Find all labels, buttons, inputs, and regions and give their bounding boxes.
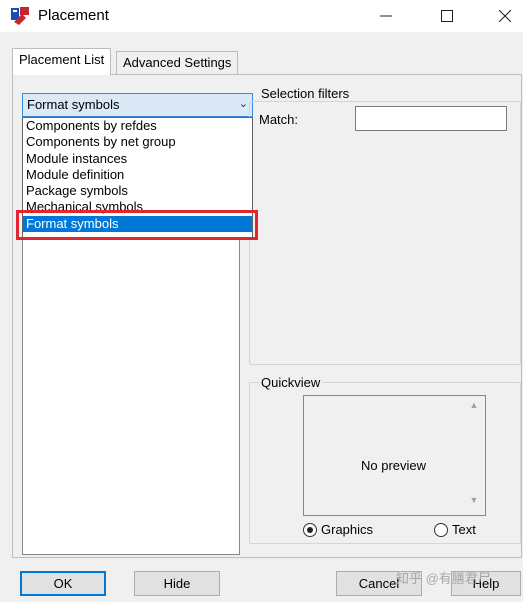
quickview-preview-area bbox=[303, 395, 486, 516]
match-input[interactable] bbox=[355, 106, 507, 131]
preview-scrollbar[interactable]: ▲ ▼ bbox=[465, 398, 483, 513]
radio-text-label: Text bbox=[452, 522, 476, 537]
preview-status-text: No preview bbox=[361, 458, 427, 473]
radio-graphics-circle[interactable] bbox=[303, 522, 317, 537]
minimize-button[interactable] bbox=[363, 0, 409, 32]
annotation-highlight-box bbox=[16, 210, 258, 240]
dropdown-item-components-by-refdes[interactable]: Components by refdes bbox=[23, 118, 252, 134]
selection-filters-label: Selection filters bbox=[259, 86, 352, 101]
tab-placement-list[interactable]: Placement List bbox=[12, 48, 112, 75]
maximize-icon bbox=[441, 10, 453, 22]
combo-selected-value: Format symbols bbox=[27, 97, 120, 112]
minimize-icon bbox=[380, 15, 392, 17]
placement-app-icon bbox=[11, 7, 29, 25]
hide-button[interactable]: Hide bbox=[134, 571, 220, 596]
selection-filters-group bbox=[249, 101, 521, 365]
radio-selected-dot bbox=[307, 526, 313, 533]
dropdown-item-module-definition[interactable]: Module definition bbox=[23, 167, 252, 183]
radio-text[interactable]: Text bbox=[434, 522, 476, 537]
title-bar: Placement bbox=[0, 0, 523, 32]
close-icon bbox=[499, 10, 511, 22]
match-label: Match: bbox=[259, 112, 299, 127]
scroll-up-icon[interactable]: ▲ bbox=[465, 400, 483, 416]
radio-graphics[interactable]: Graphics bbox=[303, 522, 373, 537]
dropdown-item-module-instances[interactable]: Module instances bbox=[23, 151, 252, 167]
chevron-down-icon[interactable]: ⌄ bbox=[239, 97, 248, 110]
tab-advanced-settings[interactable]: Advanced Settings bbox=[116, 51, 239, 75]
quickview-label: Quickview bbox=[259, 375, 323, 390]
dropdown-item-components-by-net-group[interactable]: Components by net group bbox=[23, 134, 252, 150]
dropdown-item-package-symbols[interactable]: Package symbols bbox=[23, 183, 252, 199]
radio-graphics-label: Graphics bbox=[321, 522, 374, 537]
placement-type-combo[interactable]: Format symbols ⌄ bbox=[22, 93, 253, 117]
window-title: Placement bbox=[38, 7, 109, 24]
radio-text-circle[interactable] bbox=[434, 522, 448, 537]
ok-button[interactable]: OK bbox=[20, 571, 106, 596]
maximize-button[interactable] bbox=[424, 0, 470, 32]
watermark-text: 知乎 @有膳君尸 bbox=[396, 571, 491, 586]
scroll-down-icon[interactable]: ▼ bbox=[465, 495, 483, 511]
close-button[interactable] bbox=[482, 0, 523, 32]
